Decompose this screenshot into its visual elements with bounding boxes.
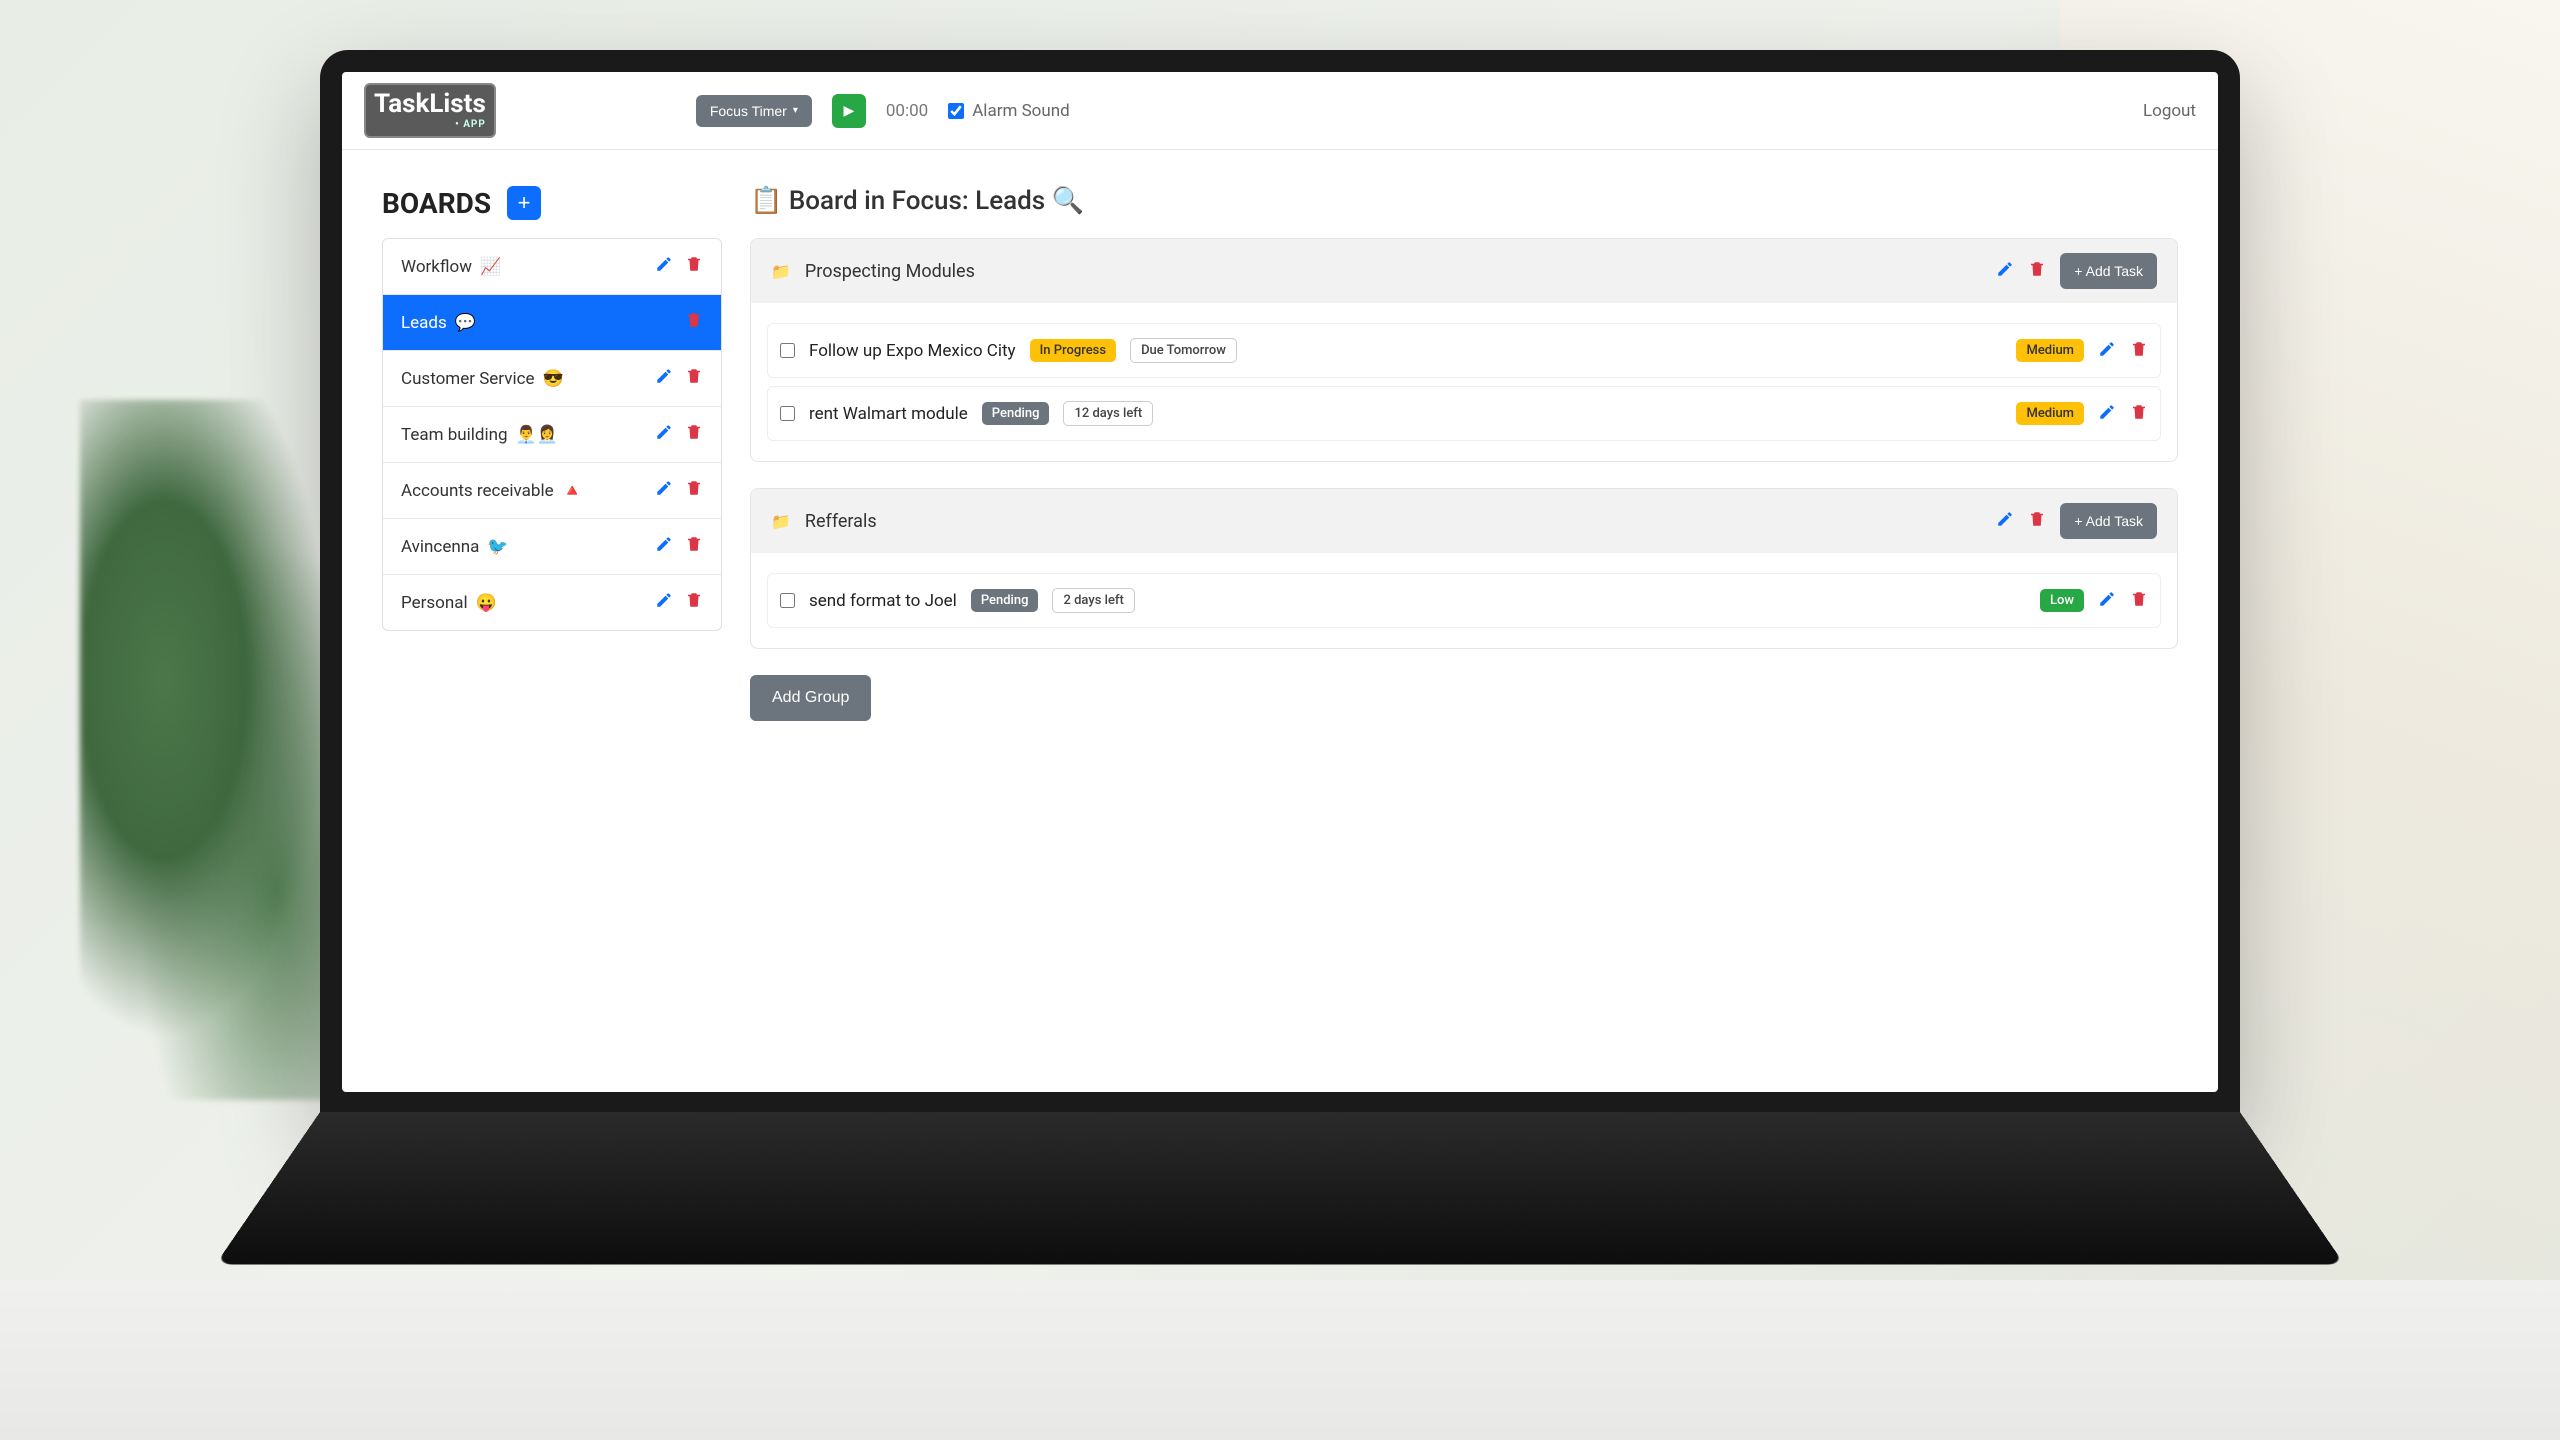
sidebar: BOARDS + Workflow 📈 Leads 💬 Customer Servi…: [382, 186, 722, 721]
edit-icon[interactable]: [1996, 260, 2014, 282]
trash-icon[interactable]: [685, 591, 703, 614]
topbar: TaskLists • APP Focus Timer ▶ 00:00 Alar…: [342, 72, 2218, 150]
focus-timer-label: Focus Timer: [710, 103, 787, 119]
board-emoji: 🐦: [487, 537, 508, 557]
add-task-button[interactable]: + Add Task: [2060, 253, 2157, 289]
app-logo: TaskLists • APP: [364, 83, 496, 138]
trash-icon[interactable]: [685, 367, 703, 390]
group-title: Refferals: [805, 511, 1982, 532]
main-panel: 📋 Board in Focus: Leads 🔍 📁 Prospecting M…: [750, 186, 2178, 721]
status-badge: Pending: [982, 402, 1050, 425]
status-badge: In Progress: [1030, 339, 1116, 362]
priority-badge: Medium: [2016, 402, 2084, 425]
add-group-button[interactable]: Add Group: [750, 675, 871, 721]
board-name: Team building 👨‍💼👩‍💼: [401, 425, 655, 445]
edit-icon[interactable]: [655, 535, 673, 558]
logo-subtext: • APP: [374, 119, 486, 130]
edit-icon[interactable]: [2098, 590, 2116, 612]
task-checkbox[interactable]: [780, 593, 795, 608]
edit-icon[interactable]: [655, 367, 673, 390]
task-name: send format to Joel: [809, 591, 957, 611]
due-badge: 12 days left: [1063, 401, 1153, 426]
board-list: Workflow 📈 Leads 💬 Customer Service 😎 Team …: [382, 238, 722, 631]
edit-icon[interactable]: [655, 255, 673, 278]
board-emoji: 🔺: [562, 481, 583, 501]
board-name: Customer Service 😎: [401, 369, 655, 389]
due-badge: 2 days left: [1052, 588, 1134, 613]
board-name: Workflow 📈: [401, 257, 655, 277]
due-badge: Due Tomorrow: [1130, 338, 1237, 363]
board-name: Personal 😛: [401, 593, 655, 613]
add-board-button[interactable]: +: [507, 186, 541, 220]
alarm-checkbox[interactable]: [948, 103, 964, 119]
edit-icon[interactable]: [655, 591, 673, 614]
folder-icon: 📁: [771, 512, 791, 531]
sidebar-item-customer-service[interactable]: Customer Service 😎: [383, 351, 721, 407]
board-emoji: 😎: [543, 369, 564, 389]
task-row: Follow up Expo Mexico City In Progress Due…: [767, 323, 2161, 378]
trash-icon[interactable]: [685, 255, 703, 278]
task-checkbox[interactable]: [780, 406, 795, 421]
trash-icon[interactable]: [2130, 590, 2148, 612]
sidebar-item-personal[interactable]: Personal 😛: [383, 575, 721, 630]
task-name: Follow up Expo Mexico City: [809, 341, 1016, 361]
group-header: 📁 Refferals + Add Task: [751, 489, 2177, 553]
board-title: 📋 Board in Focus: Leads 🔍: [750, 186, 2178, 216]
group-title: Prospecting Modules: [805, 261, 1982, 282]
board-emoji: 👨‍💼👩‍💼: [516, 425, 558, 445]
timer-display: 00:00: [886, 101, 928, 121]
trash-icon[interactable]: [685, 479, 703, 502]
alarm-sound-toggle[interactable]: Alarm Sound: [948, 101, 1070, 121]
priority-badge: Medium: [2016, 339, 2084, 362]
trash-icon[interactable]: [2130, 340, 2148, 362]
priority-badge: Low: [2040, 589, 2084, 612]
trash-icon[interactable]: [685, 311, 703, 334]
task-group: 📁 Refferals + Add Task send format to Joel P…: [750, 488, 2178, 649]
group-header: 📁 Prospecting Modules + Add Task: [751, 239, 2177, 303]
board-emoji: 📈: [480, 257, 501, 277]
board-emoji: 😛: [476, 593, 497, 613]
boards-heading: BOARDS: [382, 187, 491, 220]
add-task-button[interactable]: + Add Task: [2060, 503, 2157, 539]
board-emoji: 💬: [455, 313, 476, 333]
edit-icon[interactable]: [1996, 510, 2014, 532]
trash-icon[interactable]: [685, 423, 703, 446]
sidebar-item-team-building[interactable]: Team building 👨‍💼👩‍💼: [383, 407, 721, 463]
task-name: rent Walmart module: [809, 404, 968, 424]
trash-icon[interactable]: [2028, 510, 2046, 532]
folder-icon: 📁: [771, 262, 791, 281]
board-name: Leads 💬: [401, 313, 685, 333]
logout-link[interactable]: Logout: [2143, 101, 2196, 121]
edit-icon[interactable]: [2098, 403, 2116, 425]
task-row: send format to Joel Pending 2 days left Low: [767, 573, 2161, 628]
sidebar-item-accounts-receivable[interactable]: Accounts receivable 🔺: [383, 463, 721, 519]
board-name: Accounts receivable 🔺: [401, 481, 655, 501]
trash-icon[interactable]: [2028, 260, 2046, 282]
task-row: rent Walmart module Pending 12 days left Me…: [767, 386, 2161, 441]
edit-icon[interactable]: [2098, 340, 2116, 362]
focus-timer-dropdown[interactable]: Focus Timer: [696, 95, 812, 127]
alarm-label: Alarm Sound: [972, 101, 1070, 121]
play-button[interactable]: ▶: [832, 94, 866, 128]
trash-icon[interactable]: [2130, 403, 2148, 425]
sidebar-item-avincenna[interactable]: Avincenna 🐦: [383, 519, 721, 575]
task-checkbox[interactable]: [780, 343, 795, 358]
board-name: Avincenna 🐦: [401, 537, 655, 557]
edit-icon[interactable]: [655, 479, 673, 502]
logo-text: TaskLists: [374, 89, 486, 119]
edit-icon[interactable]: [655, 423, 673, 446]
sidebar-item-workflow[interactable]: Workflow 📈: [383, 239, 721, 295]
task-group: 📁 Prospecting Modules + Add Task Follow up …: [750, 238, 2178, 462]
status-badge: Pending: [971, 589, 1039, 612]
sidebar-item-leads[interactable]: Leads 💬: [383, 295, 721, 351]
trash-icon[interactable]: [685, 535, 703, 558]
